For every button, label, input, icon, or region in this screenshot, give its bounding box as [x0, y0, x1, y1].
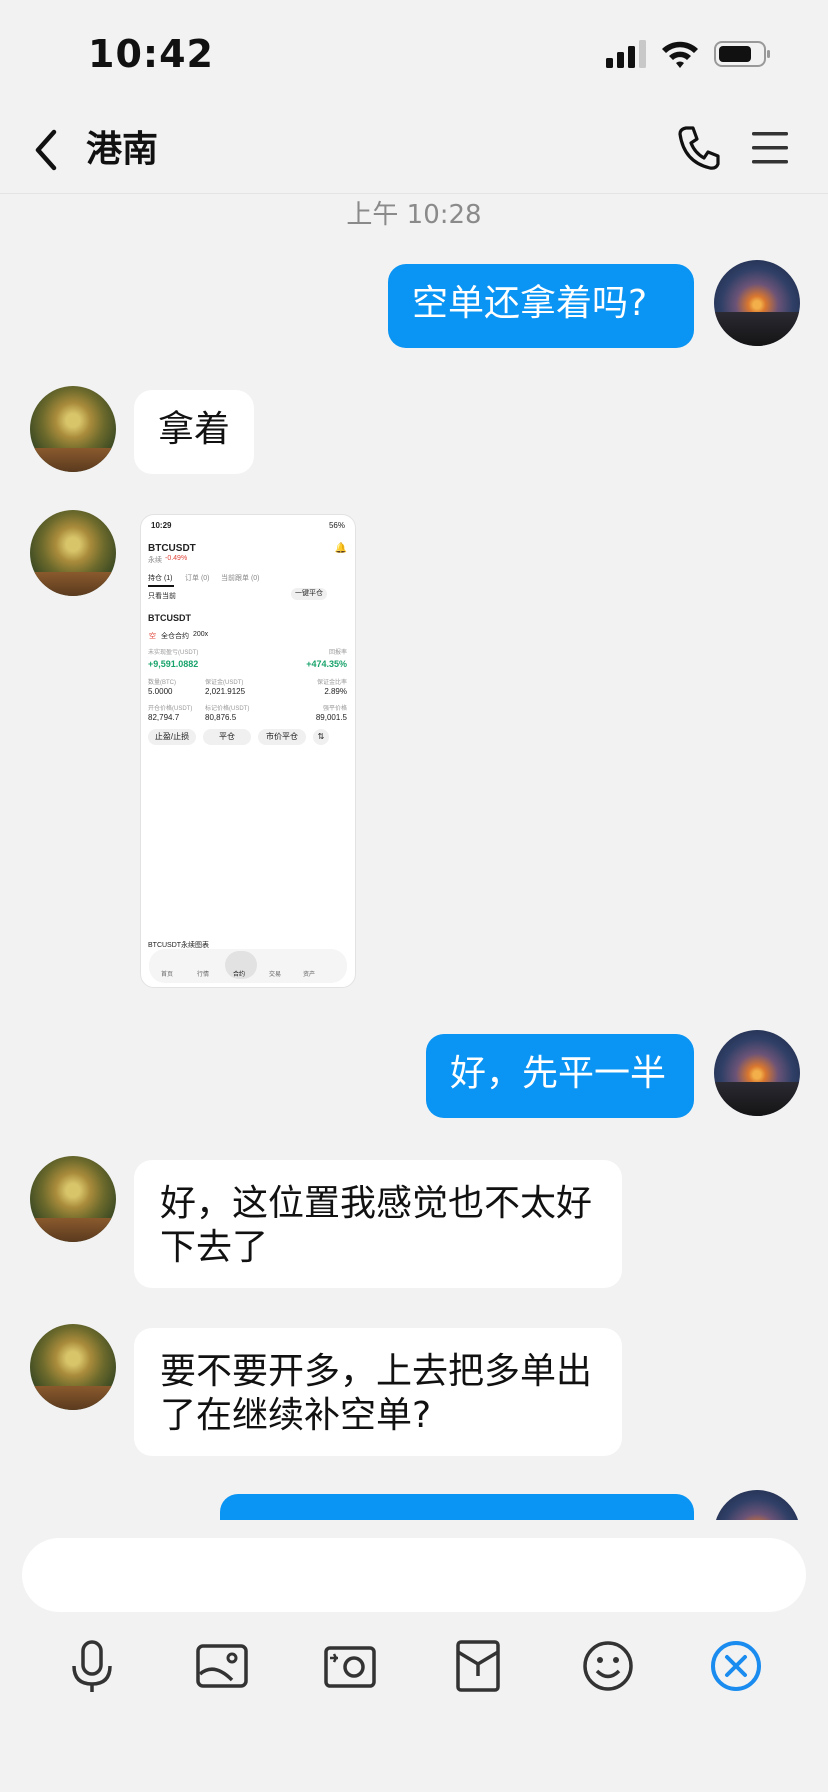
shot-nav-item: 交易	[269, 972, 282, 978]
message-list[interactable]: 上午 10:28 空单还拿着吗? 拿着 10:29 56% BTCUSDT 永续…	[0, 194, 828, 1520]
shot-bottom-nav: 首页 行情 合约 交易 资产	[149, 949, 347, 983]
wifi-icon	[662, 41, 698, 68]
shot-pnl-value: +9,591.0882	[148, 659, 199, 669]
shot-nav-item: 合约	[233, 972, 246, 978]
chat-header: 港南	[0, 110, 828, 194]
message-bubble-outgoing[interactable]: 好，先平一半	[426, 1034, 694, 1118]
signal-icon	[606, 40, 646, 68]
shot-pair: BTCUSDT	[148, 543, 196, 554]
avatar[interactable]	[714, 260, 800, 346]
avatar[interactable]	[714, 1030, 800, 1116]
status-bar: 10:42	[0, 0, 828, 110]
close-circle-icon[interactable]	[706, 1636, 766, 1696]
shot-value: 2,021.9125	[205, 687, 246, 696]
message-bubble-outgoing[interactable]	[220, 1494, 694, 1520]
shot-nav-item: 首页	[161, 972, 174, 978]
camera-icon[interactable]	[320, 1636, 380, 1696]
avatar[interactable]	[30, 510, 116, 596]
red-packet-icon[interactable]	[448, 1636, 508, 1696]
shot-tab: 持仓 (1)	[148, 575, 173, 582]
shot-label: 保证金比率	[316, 680, 347, 686]
shot-tab: 订单 (0)	[185, 575, 210, 582]
shot-value: 82,794.7	[148, 713, 180, 722]
shot-leverage: 200x	[193, 631, 209, 638]
message-timestamp: 上午 10:28	[346, 200, 482, 230]
shot-pnl-label: 未实现盈亏(USDT)	[148, 650, 199, 656]
swap-icon: ⇅	[313, 729, 329, 745]
shot-button: 止盈/止损	[148, 729, 196, 745]
shot-margin-mode: 全仓合约	[161, 633, 189, 640]
chat-title[interactable]: 港南	[86, 124, 158, 176]
chevron-left-icon[interactable]	[28, 124, 64, 176]
shot-value: 89,001.5	[315, 713, 347, 722]
bell-icon: 🔔	[334, 543, 347, 554]
shot-button: 平仓	[203, 729, 251, 745]
battery-icon	[714, 41, 770, 67]
shot-nav-item: 行情	[197, 972, 210, 978]
shot-side-badge: 空	[149, 633, 156, 640]
shot-change: -0.49%	[165, 555, 188, 562]
shot-label: 保证金(USDT)	[205, 680, 244, 686]
shot-label: 强平价格	[322, 706, 347, 712]
shot-battery: 56%	[328, 521, 345, 530]
shot-roe-label: 回报率	[328, 650, 347, 656]
status-time: 10:42	[88, 32, 214, 76]
shot-hide-other: 只看当前	[148, 593, 176, 600]
shot-time: 10:29	[151, 521, 172, 530]
shot-value: 80,876.5	[205, 713, 237, 722]
shot-close-all: 一键平仓	[291, 588, 327, 600]
image-icon[interactable]	[192, 1636, 252, 1696]
shot-nav-item: 资产	[303, 972, 316, 978]
message-image[interactable]: 10:29 56% BTCUSDT 永续 -0.49% 🔔 持仓 (1) 订单 …	[140, 514, 356, 988]
avatar[interactable]	[30, 1324, 116, 1410]
composer	[0, 1520, 828, 1792]
avatar[interactable]	[30, 1156, 116, 1242]
emoji-icon[interactable]	[578, 1636, 638, 1696]
shot-value: 2.89%	[324, 687, 347, 696]
phone-icon[interactable]	[676, 124, 720, 172]
message-bubble-incoming[interactable]: 好，这位置我感觉也不太好下去了	[134, 1160, 622, 1288]
shot-tab: 当前跟单 (0)	[221, 575, 260, 582]
message-bubble-incoming[interactable]: 要不要开多，上去把多单出了在继续补空单?	[134, 1328, 622, 1456]
shot-label: 标记价格(USDT)	[205, 706, 250, 712]
shot-value: 5.0000	[148, 687, 173, 696]
avatar[interactable]	[30, 386, 116, 472]
microphone-icon[interactable]	[62, 1636, 122, 1696]
message-bubble-outgoing[interactable]: 空单还拿着吗?	[388, 264, 694, 348]
shot-label: 数量(BTC)	[148, 680, 176, 686]
tab-underline	[148, 585, 174, 587]
shot-roe-value: +474.35%	[306, 659, 347, 669]
shot-label: 开仓价格(USDT)	[148, 706, 193, 712]
avatar[interactable]	[714, 1490, 800, 1520]
message-input[interactable]	[22, 1538, 806, 1612]
message-bubble-incoming[interactable]: 拿着	[134, 390, 254, 474]
menu-icon[interactable]	[748, 126, 792, 170]
shot-pair-sub: 永续	[148, 557, 162, 564]
shot-position-symbol: BTCUSDT	[148, 613, 191, 623]
shot-button: 市价平仓	[258, 729, 306, 745]
